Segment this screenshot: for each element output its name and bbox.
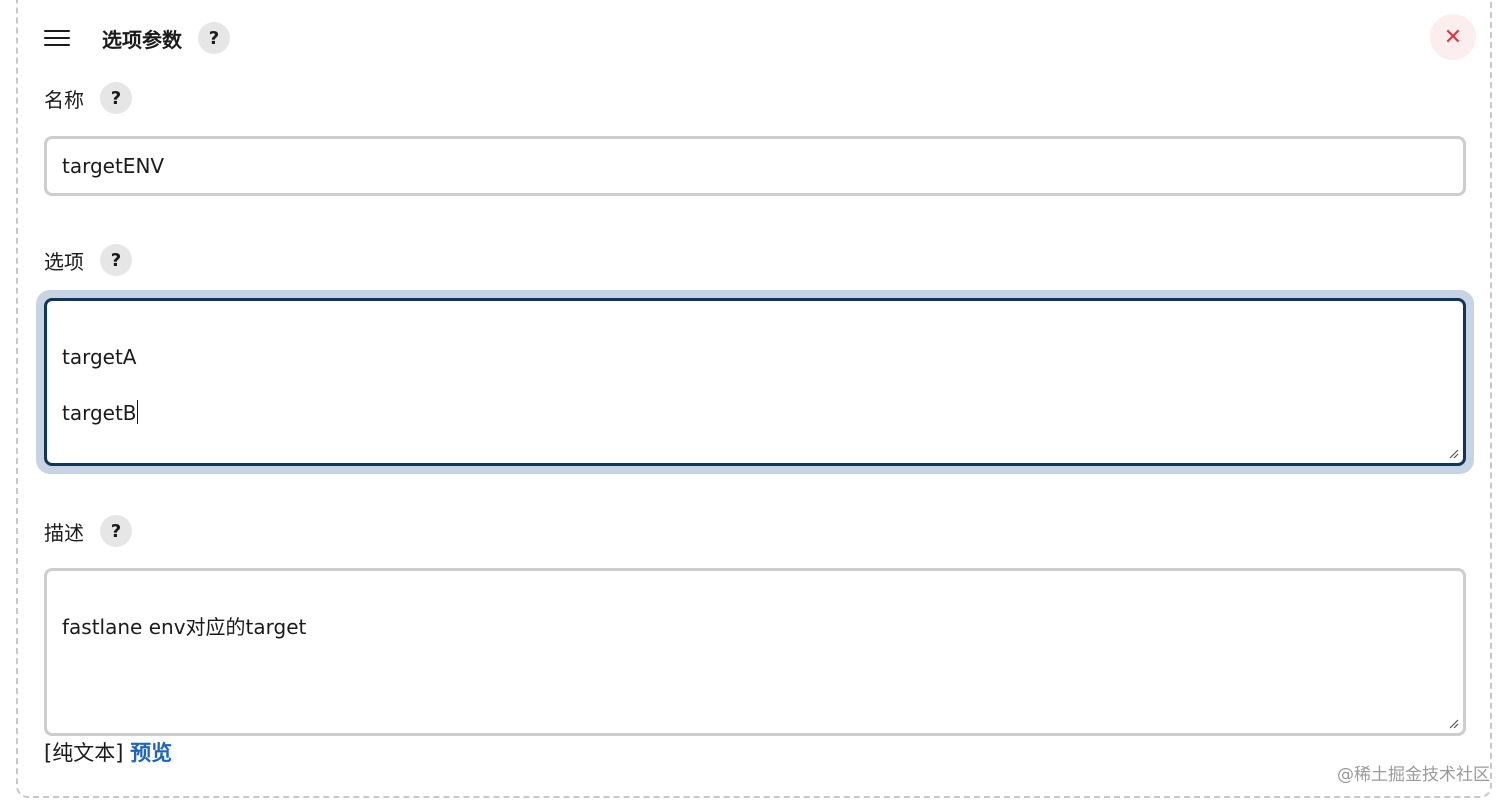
plain-text-label: [纯文本] bbox=[44, 741, 124, 765]
watermark: @稀土掘金技术社区 bbox=[1337, 765, 1490, 785]
panel-header: 选项参数 ? bbox=[44, 20, 230, 56]
description-label: 描述 bbox=[44, 520, 84, 545]
drag-handle-icon[interactable] bbox=[44, 30, 70, 46]
choices-textarea[interactable]: targetA targetB bbox=[44, 298, 1466, 466]
name-field-label-row: 名称 ? bbox=[44, 82, 132, 114]
description-textarea[interactable]: fastlane env对应的target bbox=[44, 568, 1466, 736]
text-caret bbox=[136, 400, 138, 424]
choices-help-icon[interactable]: ? bbox=[100, 244, 132, 276]
close-button[interactable]: ✕ bbox=[1430, 14, 1476, 60]
resize-handle-icon[interactable] bbox=[1447, 717, 1459, 729]
choice-line: targetB bbox=[62, 399, 1448, 427]
help-icon[interactable]: ? bbox=[198, 22, 230, 54]
choices-field-label-row: 选项 ? bbox=[44, 244, 132, 276]
preview-link[interactable]: 预览 bbox=[130, 741, 172, 765]
description-text: fastlane env对应的target bbox=[62, 615, 307, 639]
name-label: 名称 bbox=[44, 87, 84, 112]
name-help-icon[interactable]: ? bbox=[100, 82, 132, 114]
choice-line-text: targetB bbox=[62, 401, 137, 425]
choice-line: targetA bbox=[62, 345, 137, 369]
description-field-label-row: 描述 ? bbox=[44, 515, 132, 547]
description-help-icon[interactable]: ? bbox=[100, 515, 132, 547]
choices-label: 选项 bbox=[44, 249, 84, 274]
panel-title: 选项参数 bbox=[102, 27, 182, 52]
description-format-row: [纯文本] 预览 bbox=[44, 738, 172, 768]
resize-handle-icon[interactable] bbox=[1447, 447, 1459, 459]
name-input[interactable]: targetENV bbox=[44, 136, 1466, 196]
